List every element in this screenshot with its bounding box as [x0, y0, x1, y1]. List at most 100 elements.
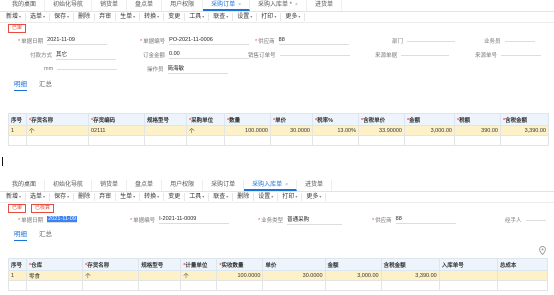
handler-value[interactable]	[525, 219, 546, 221]
table-cell[interactable]	[8, 135, 27, 146]
table-cell[interactable]: 100.0000	[216, 270, 264, 281]
payment-field[interactable]: 付款方式 其它	[30, 50, 117, 60]
vendor-field-2[interactable]: *供应商 88	[372, 215, 456, 224]
tab-盘点单[interactable]: 盘点单	[127, 180, 163, 191]
toolbar-设置-button[interactable]: 设置▾	[254, 193, 279, 201]
toolbar-选单-button[interactable]: 选单▾	[26, 193, 51, 201]
toolbar-删除-button[interactable]: 删除	[74, 13, 96, 21]
tab-采购订单[interactable]: 采购订单 ×	[203, 0, 251, 11]
table-cell[interactable]	[88, 135, 145, 146]
toolbar-打印-button[interactable]: 打印▾	[257, 13, 282, 21]
doc-no-value-2[interactable]: I-2021-11-0009	[159, 216, 230, 224]
table-cell[interactable]	[496, 270, 549, 281]
toolbar-转换-button[interactable]: 转换▾	[140, 193, 165, 201]
table-row[interactable]	[8, 135, 549, 146]
table-cell[interactable]	[358, 135, 405, 146]
doc-no-field-2[interactable]: *单据编号 I-2021-11-0009	[130, 215, 230, 224]
column-header[interactable]: *采购单位	[186, 113, 225, 126]
biz-type-field[interactable]: *业务类型 普通采购	[258, 215, 343, 225]
table-cell[interactable]: 零食	[26, 270, 84, 281]
tab-进货单[interactable]: 进货单	[307, 0, 342, 11]
toolbar-生单-button[interactable]: 生单▾	[116, 13, 141, 21]
column-header[interactable]: 规格型号	[144, 113, 187, 126]
column-header[interactable]: 总成本	[496, 258, 549, 271]
salesman-value[interactable]	[504, 40, 535, 42]
tab-销货单[interactable]: 销货单	[92, 0, 128, 11]
table-cell[interactable]: 个	[26, 125, 89, 136]
tab-初始化导航[interactable]: 初始化导航	[45, 180, 93, 191]
doc-date-field[interactable]: *单据日期 2021-11-09	[18, 36, 108, 45]
table-cell[interactable]	[180, 280, 218, 291]
table-cell[interactable]	[216, 280, 264, 291]
column-header[interactable]: *计量单位	[180, 258, 218, 271]
memo-field[interactable]: mm	[44, 64, 118, 73]
tab-初始化导航[interactable]: 初始化导航	[45, 0, 93, 11]
toolbar-弃审-button[interactable]: 弃审	[95, 193, 117, 201]
source-no-field[interactable]: 来源单号	[475, 50, 542, 59]
table-cell[interactable]: 02111	[88, 125, 145, 136]
toolbar-保存-button[interactable]: 保存▾	[50, 193, 75, 201]
table-cell[interactable]	[270, 135, 313, 146]
table-cell[interactable]: 13.00%	[312, 125, 359, 136]
vendor-value[interactable]: 88	[278, 37, 349, 45]
table-cell[interactable]	[324, 280, 382, 291]
table-cell[interactable]	[186, 135, 225, 146]
table-cell[interactable]	[144, 125, 187, 136]
table-cell[interactable]	[500, 135, 549, 146]
source-type-value[interactable]	[401, 54, 450, 56]
table-cell[interactable]	[224, 135, 271, 146]
subtab-汇总[interactable]: 汇总	[39, 78, 52, 91]
table-cell[interactable]: 30.0000	[262, 270, 326, 281]
table-cell[interactable]: 1	[7, 270, 28, 281]
column-header[interactable]: *单价	[270, 113, 313, 126]
table-cell[interactable]: 1	[8, 125, 27, 136]
tab-用户权限[interactable]: 用户权限	[162, 0, 204, 11]
payment-value[interactable]: 其它	[56, 50, 117, 60]
toolbar-转换-button[interactable]: 转换▾	[140, 13, 165, 21]
column-header[interactable]: 序号	[7, 258, 28, 271]
order-amount-field[interactable]: 订金金额 0.00	[143, 50, 250, 59]
table-cell[interactable]: 3,390.00	[380, 270, 440, 281]
column-header[interactable]: *数量	[224, 113, 271, 126]
doc-no-field[interactable]: *单据编号 PO-2021-11-0006	[140, 36, 250, 45]
toolbar-删除-button[interactable]: 删除	[74, 193, 96, 201]
table-cell[interactable]	[262, 280, 326, 291]
table-cell[interactable]	[138, 280, 182, 291]
column-header[interactable]: *含税单价	[358, 113, 405, 126]
table-cell[interactable]	[144, 135, 187, 146]
source-type-field[interactable]: 来源单据	[375, 50, 450, 59]
subtab-汇总[interactable]: 汇总	[39, 228, 52, 241]
table-cell[interactable]	[438, 270, 498, 281]
toolbar-删除-button[interactable]: 删除	[233, 193, 255, 201]
column-header[interactable]: 单价	[262, 258, 326, 271]
table-cell[interactable]: 3,390.00	[500, 125, 549, 136]
salesman-field[interactable]: 业务员	[484, 36, 535, 45]
close-icon[interactable]: ×	[285, 182, 288, 188]
handler-field[interactable]: 经手人	[505, 215, 546, 224]
toolbar-工具-button[interactable]: 工具▾	[185, 193, 210, 201]
column-header[interactable]: *存货编码	[88, 113, 145, 126]
toolbar-生单-button[interactable]: 生单▾	[116, 193, 141, 201]
sales-order-field[interactable]: 销售订单号	[248, 50, 350, 59]
close-icon[interactable]: ×	[238, 2, 241, 8]
toolbar-变更-button[interactable]: 变更	[164, 193, 186, 201]
table-cell[interactable]	[454, 135, 501, 146]
tab-采购入库单[interactable]: 采购入库单 * ×	[250, 0, 307, 11]
table-cell[interactable]	[82, 280, 140, 291]
column-header[interactable]: 序号	[8, 113, 27, 126]
column-header[interactable]: *税率%	[312, 113, 359, 126]
toolbar-工具-button[interactable]: 工具▾	[185, 13, 210, 21]
column-header[interactable]: *税额	[454, 113, 501, 126]
doc-date-value[interactable]: 2021-11-09	[47, 37, 108, 45]
toolbar-弃审-button[interactable]: 弃审	[95, 13, 117, 21]
biz-type-value[interactable]: 普通采购	[287, 215, 343, 225]
tab-销货单[interactable]: 销货单	[92, 180, 128, 191]
sales-order-value[interactable]	[279, 54, 350, 56]
table-cell[interactable]: 3,000.00	[404, 125, 455, 136]
column-header[interactable]: *金额	[404, 113, 455, 126]
table-cell[interactable]	[7, 280, 28, 291]
toolbar-更多-button[interactable]: 更多▾	[302, 193, 327, 201]
tab-盘点单[interactable]: 盘点单	[127, 0, 163, 11]
doc-no-value[interactable]: PO-2021-11-0006	[169, 37, 250, 45]
column-header[interactable]: 入库单号	[438, 258, 498, 271]
